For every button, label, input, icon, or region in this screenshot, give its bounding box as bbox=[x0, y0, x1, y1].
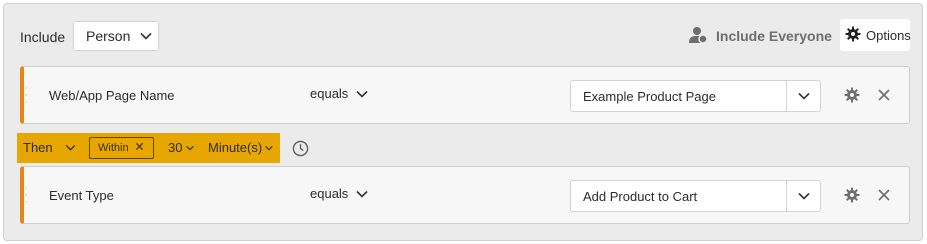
chevron-down-icon bbox=[797, 187, 810, 205]
clock-icon[interactable] bbox=[292, 140, 309, 162]
user-icon bbox=[688, 26, 708, 47]
chevron-down-icon bbox=[797, 87, 810, 105]
dimension-name: Event Type bbox=[49, 188, 114, 203]
value-input[interactable]: Add Product to Cart bbox=[571, 181, 786, 211]
value-dropdown-button[interactable] bbox=[786, 81, 820, 111]
amount-value: 30 bbox=[168, 140, 183, 155]
amount-dropdown[interactable]: 30 bbox=[168, 140, 195, 155]
include-everyone-label: Include Everyone bbox=[716, 28, 832, 44]
value-combobox[interactable]: Example Product Page bbox=[570, 80, 821, 112]
value-input[interactable]: Example Product Page bbox=[571, 81, 786, 111]
value-dropdown-button[interactable] bbox=[786, 181, 820, 211]
dimension-name: Web/App Page Name bbox=[49, 88, 175, 103]
close-icon[interactable] bbox=[877, 188, 891, 207]
options-label: Options bbox=[866, 27, 911, 43]
drag-handle[interactable] bbox=[24, 187, 28, 203]
then-label: Then bbox=[23, 140, 53, 155]
segment-container: Include Person Include Everyone Options … bbox=[3, 3, 923, 241]
within-label: Within bbox=[98, 142, 129, 154]
value-combobox[interactable]: Add Product to Cart bbox=[570, 180, 821, 212]
drag-handle[interactable] bbox=[24, 87, 28, 103]
chevron-down-icon bbox=[140, 32, 152, 40]
gear-icon[interactable] bbox=[844, 187, 860, 208]
rule-row: Event Type equals Add Product to Cart bbox=[20, 166, 910, 224]
gear-icon bbox=[845, 26, 861, 45]
options-button[interactable]: Options bbox=[840, 19, 911, 51]
within-tag[interactable]: Within bbox=[89, 137, 154, 159]
close-icon[interactable] bbox=[135, 142, 144, 154]
operator-dropdown[interactable]: equals bbox=[310, 86, 368, 101]
then-dropdown[interactable]: Then bbox=[23, 140, 76, 155]
close-icon[interactable] bbox=[877, 88, 891, 107]
scope-dropdown[interactable]: Person bbox=[73, 21, 159, 51]
include-everyone-button[interactable]: Include Everyone bbox=[688, 24, 832, 48]
chevron-down-icon bbox=[356, 90, 368, 98]
gear-icon[interactable] bbox=[844, 87, 860, 108]
sequence-bar: Then Within 30 Minute(s) bbox=[17, 133, 280, 163]
rule-row: Web/App Page Name equals Example Product… bbox=[20, 66, 910, 124]
chevron-down-icon bbox=[265, 145, 273, 151]
unit-value: Minute(s) bbox=[208, 140, 263, 155]
operator-value: equals bbox=[310, 86, 349, 101]
operator-dropdown[interactable]: equals bbox=[310, 186, 368, 201]
chevron-down-icon bbox=[65, 144, 76, 151]
chevron-down-icon bbox=[356, 190, 368, 198]
include-label: Include bbox=[20, 29, 66, 45]
operator-value: equals bbox=[310, 186, 349, 201]
scope-value: Person bbox=[86, 28, 131, 44]
chevron-down-icon bbox=[186, 145, 195, 151]
unit-dropdown[interactable]: Minute(s) bbox=[208, 140, 273, 155]
